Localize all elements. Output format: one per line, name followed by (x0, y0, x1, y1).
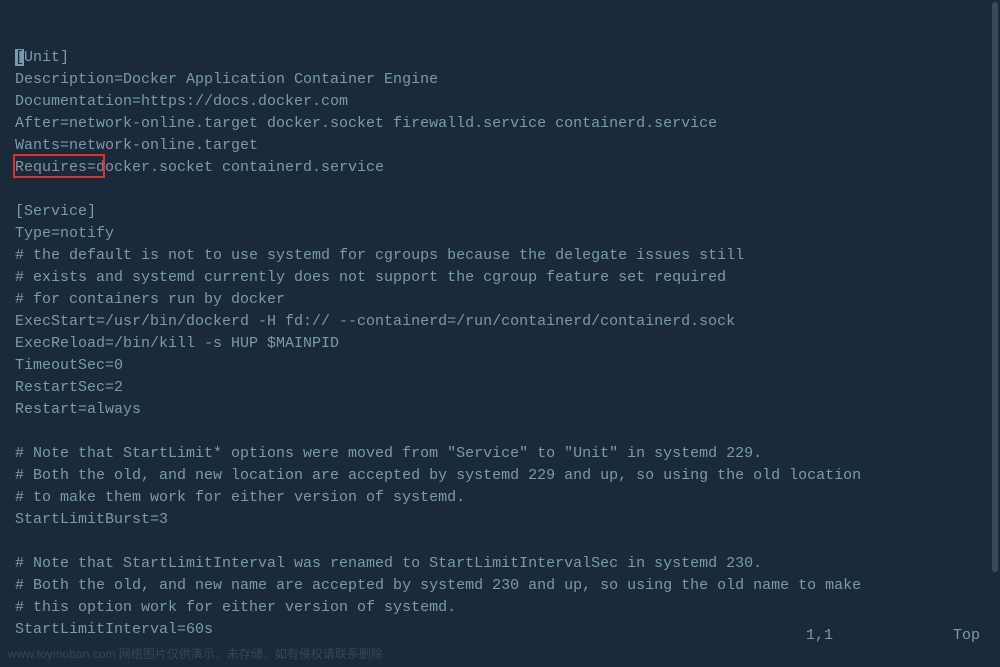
code-line: Restart=always (15, 399, 985, 421)
code-line: # this option work for either version of… (15, 597, 985, 619)
code-line: Documentation=https://docs.docker.com (15, 91, 985, 113)
code-line (15, 179, 985, 201)
code-line: [Service] (15, 201, 985, 223)
file-content: [Unit]Description=Docker Application Con… (15, 47, 985, 640)
code-line: ExecStart=/usr/bin/dockerd -H fd:// --co… (15, 311, 985, 333)
code-line: Requires=docker.socket containerd.servic… (15, 157, 985, 179)
code-line: Wants=network-online.target (15, 135, 985, 157)
code-line: # to make them work for either version o… (15, 487, 985, 509)
watermark-text: www.toymoban.com 网络图片仅供演示，未存储，如有侵权请联系删除 (8, 643, 383, 665)
code-line: # Both the old, and new location are acc… (15, 465, 985, 487)
code-line: RestartSec=2 (15, 377, 985, 399)
code-line: After=network-online.target docker.socke… (15, 113, 985, 135)
code-line: TimeoutSec=0 (15, 355, 985, 377)
scroll-location: Top (953, 625, 980, 647)
code-line: # exists and systemd currently does not … (15, 267, 985, 289)
cursor-position: 1,1 (806, 625, 833, 647)
code-line: [Unit] (15, 47, 985, 69)
code-line: # Note that StartLimitInterval was renam… (15, 553, 985, 575)
code-line: # Note that StartLimit* options were mov… (15, 443, 985, 465)
code-line: StartLimitBurst=3 (15, 509, 985, 531)
code-line: ExecReload=/bin/kill -s HUP $MAINPID (15, 333, 985, 355)
code-line (15, 531, 985, 553)
code-text: Unit] (24, 49, 69, 66)
code-line: Type=notify (15, 223, 985, 245)
code-line: # Both the old, and new name are accepte… (15, 575, 985, 597)
code-line: Description=Docker Application Container… (15, 69, 985, 91)
editor-viewport[interactable]: [Unit]Description=Docker Application Con… (0, 0, 1000, 640)
cursor: [ (15, 49, 24, 66)
code-line: # the default is not to use systemd for … (15, 245, 985, 267)
code-line (15, 421, 985, 443)
vertical-scrollbar[interactable] (992, 2, 998, 572)
code-line: # for containers run by docker (15, 289, 985, 311)
